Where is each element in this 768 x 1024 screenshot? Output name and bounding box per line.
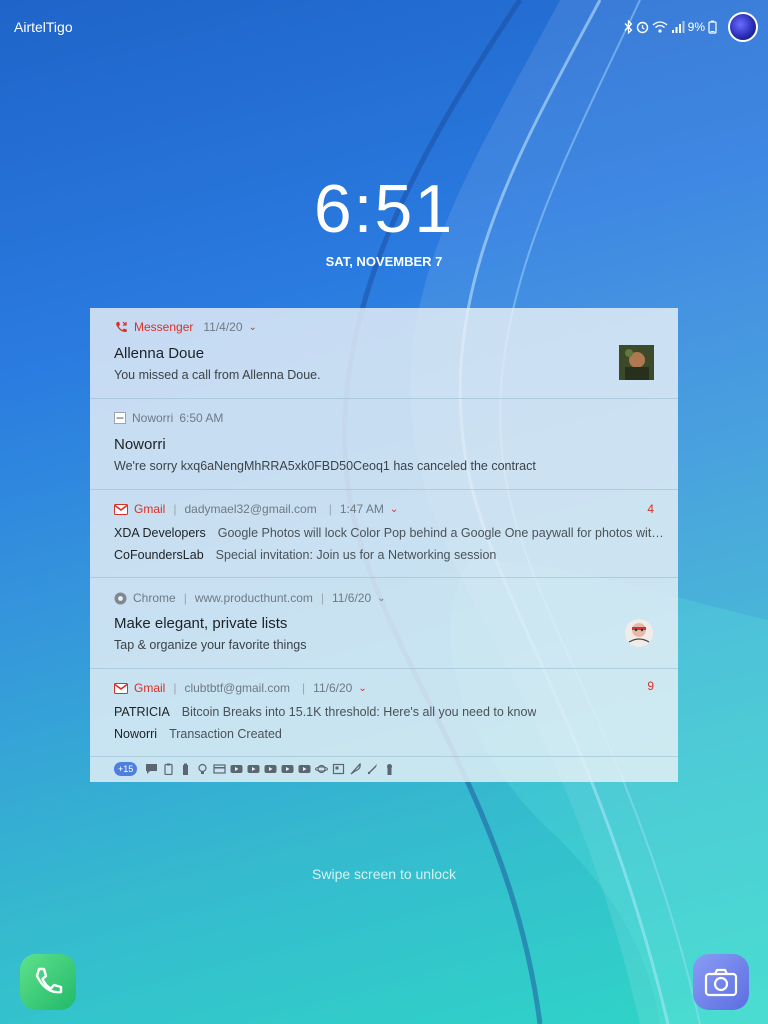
youtube-icon [281, 765, 294, 773]
unread-count: 4 [647, 502, 654, 516]
email-subject: Special invitation: Join us for a Networ… [215, 548, 497, 562]
email-subject: Google Photos will lock Color Pop behind… [217, 526, 664, 540]
notification-panel: Messenger 11/4/20 ⌄ Allenna Doue You mis… [90, 308, 678, 782]
more-notifications-row[interactable]: +15 [114, 762, 396, 776]
notification-time: 11/4/20 [203, 320, 243, 334]
card-icon [213, 764, 226, 774]
email-sender: Noworri [114, 727, 158, 741]
notification-title: Make elegant, private lists [114, 615, 288, 632]
notification-gmail[interactable]: Gmail | dadymael32@gmail.com | 1:47 AM ⌄… [90, 490, 678, 578]
message-icon [146, 764, 158, 774]
app-icon [333, 763, 345, 775]
email-row[interactable]: XDA Developers Google Photos will lock C… [114, 526, 664, 540]
app-name: Gmail [134, 681, 166, 695]
phone-shortcut[interactable] [20, 954, 76, 1010]
wifi-icon [652, 21, 668, 33]
notification-time: 11/6/20 [313, 681, 353, 695]
keyhole-icon [387, 764, 393, 775]
youtube-icon [298, 765, 311, 773]
chevron-down-icon[interactable]: ⌄ [249, 322, 257, 333]
lightbulb-icon [198, 763, 207, 774]
email-subject: Transaction Created [169, 727, 282, 741]
swipe-hint: Swipe screen to unlock [312, 866, 456, 882]
email-sender: CoFoundersLab [114, 548, 204, 562]
notification-chrome[interactable]: Chrome | www.producthunt.com | 11/6/20 ⌄… [90, 578, 678, 669]
feather-icon [350, 763, 362, 775]
unread-count: 9 [647, 679, 654, 693]
email-row[interactable]: CoFoundersLab Special invitation: Join u… [114, 548, 664, 562]
youtube-icon [264, 765, 277, 773]
notification-title: Noworri [114, 436, 166, 453]
contact-photo [619, 345, 654, 380]
app-name: Gmail [134, 502, 166, 516]
planet-icon [315, 764, 329, 774]
chrome-icon [114, 592, 127, 604]
camera-icon [704, 968, 738, 997]
battery-icon [183, 763, 189, 775]
notification-text: We're sorry kxq6aNengMhRRA5xk0FBD50Ceoq1… [114, 459, 536, 473]
notification-title: Allenna Doue [114, 345, 205, 362]
rocket-icon [368, 764, 378, 775]
account-email: clubtbtf@gmail.com [184, 681, 291, 695]
noworri-icon [114, 412, 126, 424]
site-url: www.producthunt.com [194, 591, 313, 605]
app-name: Noworri [132, 411, 174, 425]
carrier-name: AirtelTigo [14, 19, 73, 35]
youtube-icon [247, 765, 260, 773]
missed-call-icon [116, 321, 127, 332]
app-name: Messenger [134, 320, 194, 334]
battery-icon [708, 20, 717, 34]
chevron-down-icon[interactable]: ⌄ [390, 504, 398, 515]
youtube-icon [230, 765, 243, 773]
battery-percent: 9% [687, 20, 705, 34]
notification-gmail[interactable]: Gmail | clubtbtf@gmail.com | 11/6/20 ⌄ 9… [90, 669, 678, 757]
alarm-icon [636, 21, 648, 34]
bluetooth-icon [624, 20, 633, 34]
email-sender: XDA Developers [114, 526, 206, 540]
notification-time: 11/6/20 [332, 591, 372, 605]
lock-date: SAT, NOVEMBER 7 [325, 254, 443, 269]
notification-text: Tap & organize your favorite things [114, 638, 307, 652]
gmail-icon [114, 682, 128, 694]
account-email: dadymael32@gmail.com [184, 502, 317, 516]
gmail-icon [114, 503, 128, 515]
clipboard-icon [164, 763, 173, 775]
lock-clock: 6:51 [313, 171, 455, 247]
signal-icon [671, 21, 685, 33]
chevron-down-icon[interactable]: ⌄ [358, 683, 366, 694]
producthunt-avatar [625, 619, 653, 647]
notification-messenger[interactable]: Messenger 11/4/20 ⌄ Allenna Doue You mis… [90, 308, 678, 399]
chevron-down-icon[interactable]: ⌄ [377, 593, 385, 604]
more-notifications-badge[interactable]: +15 [114, 762, 138, 776]
app-name: Chrome [133, 591, 176, 605]
email-row[interactable]: PATRICIA Bitcoin Breaks into 15.1K thres… [114, 705, 664, 719]
notification-time: 6:50 AM [179, 411, 224, 425]
email-row[interactable]: Noworri Transaction Created [114, 727, 664, 741]
notification-text: You missed a call from Allenna Doue. [114, 368, 321, 382]
phone-icon [35, 967, 63, 994]
email-sender: PATRICIA [114, 705, 170, 719]
user-avatar[interactable] [728, 12, 758, 42]
notification-noworri[interactable]: Noworri 6:50 AM Noworri We're sorry kxq6… [90, 399, 678, 490]
status-icons: 9% [624, 12, 758, 42]
email-subject: Bitcoin Breaks into 15.1K threshold: Her… [181, 705, 537, 719]
camera-shortcut[interactable] [693, 954, 749, 1010]
status-bar: AirtelTigo 9% [0, 0, 768, 52]
notification-time: 1:47 AM [339, 502, 384, 516]
